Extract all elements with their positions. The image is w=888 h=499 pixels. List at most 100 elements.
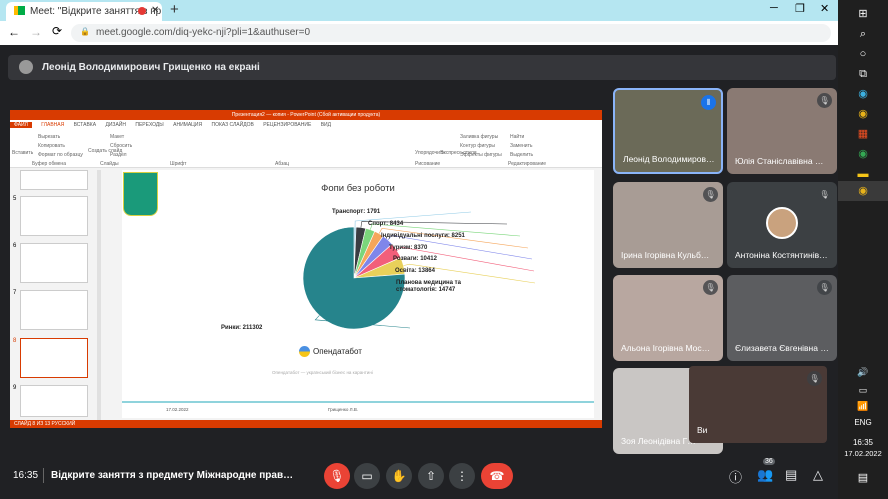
menu-insert[interactable]: ВСТАВКА — [74, 122, 96, 128]
menu-file[interactable]: ФАЙЛ — [10, 122, 32, 128]
group-font: Шрифт — [170, 161, 187, 167]
speaking-icon: ⦀ — [701, 95, 716, 110]
minimize-button[interactable]: ─ — [770, 2, 778, 14]
self-view-tile[interactable]: 🎙 Ви — [689, 366, 827, 443]
participant-tile[interactable]: 🎙 Антоніна Костянтинівна … — [727, 182, 837, 268]
source-text: Опендатабот — український бізнес на кара… — [272, 370, 373, 375]
footer-date: 17.02.2022 — [166, 407, 189, 412]
close-tab-icon[interactable]: ✕ — [151, 5, 159, 16]
group-slides: Слайды — [100, 161, 119, 167]
menu-animation[interactable]: АНИМАЦИЯ — [173, 122, 202, 128]
browser-tab[interactable]: Meet: "Відкрите заняття з пр ✕ — [6, 2, 162, 21]
reset-button[interactable]: Сбросить — [110, 143, 132, 149]
chrome-active-icon[interactable]: ◉ — [838, 181, 888, 201]
menu-slideshow[interactable]: ПОКАЗ СЛАЙДОВ — [211, 122, 253, 128]
lock-icon: 🔒 — [80, 27, 90, 36]
language-indicator[interactable]: ENG — [838, 413, 888, 433]
leave-call-button[interactable]: ☎ — [481, 463, 513, 489]
chrome-icon[interactable]: ◉ — [838, 144, 888, 164]
shared-screen: Презентация2 — копия - PowerPoint (Сбой … — [10, 110, 602, 428]
close-window-button[interactable]: ✕ — [820, 2, 829, 15]
presenting-banner: Леонід Володимирович Грищенко на екрані — [8, 55, 836, 80]
thumbnail-scrollbar[interactable] — [97, 170, 101, 420]
back-icon[interactable]: ← — [8, 25, 20, 39]
mic-off-icon: 🎙 — [817, 280, 832, 295]
copy-button[interactable]: Копировать — [38, 143, 65, 149]
university-logo — [123, 172, 158, 216]
participant-tile[interactable]: 🎙 Юлія Станіславівна … — [727, 88, 837, 174]
slide-thumbnail[interactable] — [20, 243, 88, 283]
participant-tile[interactable]: 🎙 Ірина Ігорівна Кульб… — [613, 182, 723, 268]
camera-toggle-button[interactable]: ▭ — [354, 463, 380, 489]
label-markets: Ринки: 211302 — [221, 325, 263, 331]
mic-off-icon: 🎙 — [807, 371, 822, 386]
clock-date[interactable]: 17.02.2022 — [838, 448, 888, 460]
mic-toggle-button[interactable]: 🎙 — [324, 463, 350, 489]
menu-transitions[interactable]: ПЕРЕХОДЫ — [135, 122, 163, 128]
recording-icon — [138, 7, 146, 15]
people-icon[interactable]: 👥 — [757, 467, 773, 483]
meeting-controls-bar: 16:35 Відкрите заняття з предмету Міжнар… — [0, 455, 838, 499]
chrome-icon[interactable]: ◉ — [838, 104, 888, 124]
store-icon[interactable]: ▦ — [838, 124, 888, 144]
menu-design[interactable]: ДИЗАЙН — [105, 122, 126, 128]
forward-icon[interactable]: → — [30, 25, 42, 39]
format-painter-button[interactable]: Формат по образцу — [38, 152, 83, 158]
slide-number: 9 — [13, 385, 17, 391]
replace-button[interactable]: Заменить — [510, 143, 532, 149]
meeting-time: 16:35 — [13, 470, 39, 481]
footer-line — [122, 401, 594, 403]
task-view-icon[interactable]: ⧉ — [838, 64, 888, 84]
slide-number: 5 — [13, 196, 17, 202]
slide-thumbnail[interactable] — [20, 196, 88, 236]
meeting-details-icon[interactable]: ⓘ — [729, 467, 742, 486]
participant-name: Юлія Станіславівна … — [735, 156, 824, 166]
slide-thumbnail[interactable] — [20, 290, 88, 330]
more-options-button[interactable]: ⋮ — [449, 463, 475, 489]
people-count-badge: 36 — [763, 458, 775, 465]
cortana-icon[interactable]: ○ — [838, 44, 888, 64]
activities-icon[interactable]: △ — [813, 467, 823, 483]
raise-hand-button[interactable]: ✋ — [386, 463, 412, 489]
ppt-status-bar: СЛАЙД 8 ИЗ 13 РУССКИЙ — [10, 420, 602, 428]
label-tourism: Туризм: 8370 — [389, 245, 428, 251]
present-screen-button[interactable]: ⇧ — [418, 463, 444, 489]
slide-thumbnail[interactable] — [20, 385, 88, 417]
participant-tile[interactable]: ⦀ Леонід Володимирович Грищенко — [613, 88, 723, 174]
shape-fill-button[interactable]: Заливка фигуры — [460, 134, 498, 140]
divider — [43, 468, 44, 483]
label-education: Освіта: 13864 — [395, 268, 435, 274]
search-icon[interactable]: ⌕ — [838, 24, 888, 44]
reload-icon[interactable]: ⟳ — [52, 24, 62, 38]
footer-author: Грищенко Л.В. — [328, 407, 359, 412]
participant-tile[interactable]: 🎙 Альона Ігорівна Мос… — [613, 275, 723, 361]
maximize-button[interactable]: ❐ — [795, 2, 805, 15]
group-drawing: Рисование — [415, 161, 441, 167]
edge-icon[interactable]: ◉ — [838, 84, 888, 104]
section-button[interactable]: Раздел — [110, 152, 127, 158]
volume-icon[interactable]: 🔊 — [838, 362, 888, 382]
chat-icon[interactable]: ▤ — [785, 467, 797, 483]
start-icon[interactable]: ⊞ — [838, 4, 888, 24]
select-button[interactable]: Выделить — [510, 152, 533, 158]
menu-review[interactable]: РЕЦЕНЗИРОВАНИЕ — [263, 122, 311, 128]
slide-number: 7 — [13, 290, 17, 296]
cut-button[interactable]: Вырезать — [38, 134, 60, 140]
slide-thumbnail-selected[interactable] — [20, 338, 88, 378]
participant-tile[interactable]: 🎙 Єлизавета Євгенівна … — [727, 275, 837, 361]
new-tab-button[interactable]: + — [170, 1, 179, 18]
avatar — [766, 207, 798, 239]
label-medicine-2: стоматологія: 14747 — [396, 287, 456, 293]
shape-outline-button[interactable]: Контур фигуры — [460, 143, 495, 149]
menu-home[interactable]: ГЛАВНАЯ — [41, 122, 64, 128]
notifications-icon[interactable]: ▤ — [838, 468, 888, 488]
shape-effects-button[interactable]: Эффекты фигуры — [460, 152, 502, 158]
layout-button[interactable]: Макет — [110, 134, 124, 140]
slide-thumbnail[interactable] — [20, 170, 88, 190]
menu-view[interactable]: ВИД — [321, 122, 331, 128]
label-services: Індивідуальні послуги: 8251 — [381, 233, 465, 239]
paste-button[interactable]: Вставить — [12, 150, 33, 156]
address-bar[interactable]: 🔒 meet.google.com/diq-yekc-nji?pli=1&aut… — [71, 24, 831, 42]
opendatabot-logo-icon — [299, 346, 310, 357]
find-button[interactable]: Найти — [510, 134, 524, 140]
